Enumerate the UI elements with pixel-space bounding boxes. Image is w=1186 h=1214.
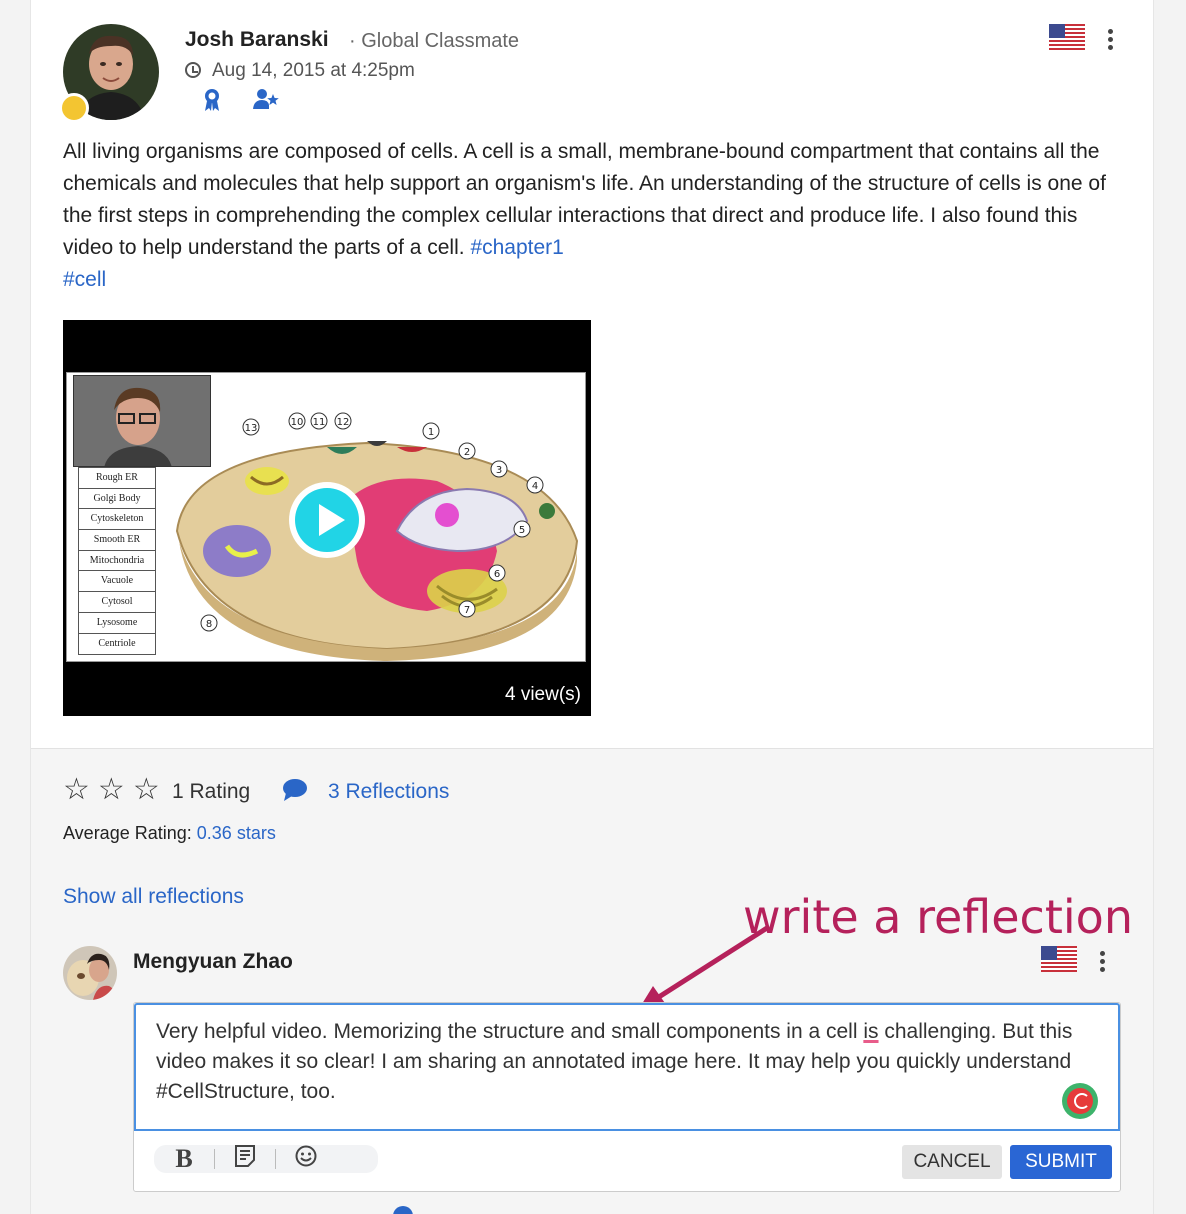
diagram-number: 2 bbox=[464, 447, 470, 458]
post-text: All living organisms are composed of cel… bbox=[63, 140, 1106, 259]
post-author-name[interactable]: Josh Baranski bbox=[185, 28, 329, 52]
star-icon[interactable]: ☆ bbox=[133, 775, 160, 805]
legend-item: Golgi Body bbox=[79, 489, 155, 510]
diagram-number: 13 bbox=[245, 423, 258, 434]
diagram-number: 6 bbox=[494, 569, 500, 580]
grammar-flagged-word[interactable]: is bbox=[863, 1020, 878, 1043]
rating-count: 1 Rating bbox=[172, 780, 251, 803]
video-view-count: 4 view(s) bbox=[504, 684, 581, 705]
reply-author-avatar[interactable] bbox=[63, 946, 117, 1000]
bold-icon[interactable]: B bbox=[154, 1144, 214, 1174]
reply-author-name[interactable]: Mengyuan Zhao bbox=[133, 950, 293, 974]
us-flag-icon bbox=[1041, 946, 1077, 972]
average-rating: Average Rating: 0.36 stars bbox=[63, 823, 276, 844]
post-author-role: · Global Classmate bbox=[349, 30, 520, 52]
legend-item: Vacuole bbox=[79, 571, 155, 593]
diagram-number: 5 bbox=[519, 525, 525, 536]
organelle-legend: Rough ER Golgi Body Cytoskeleton Smooth ER M… bbox=[78, 467, 156, 656]
post-menu-kebab-icon[interactable] bbox=[1105, 27, 1115, 51]
user-star-icon[interactable] bbox=[253, 88, 279, 110]
reflection-textarea[interactable]: Very helpful video. Memorizing the struc… bbox=[134, 1003, 1120, 1131]
reflection-editor: Very helpful video. Memorizing the struc… bbox=[133, 1002, 1121, 1192]
cancel-button[interactable]: CANCEL bbox=[902, 1145, 1002, 1179]
legend-item: Rough ER bbox=[79, 468, 155, 489]
video-player[interactable]: Rough ER Golgi Body Cytoskeleton Smooth ER M… bbox=[63, 320, 591, 716]
reflections-count-link[interactable]: 3 Reflections bbox=[328, 780, 449, 804]
online-status-dot bbox=[59, 93, 89, 123]
diagram-number: 7 bbox=[464, 605, 470, 616]
clock-icon bbox=[185, 62, 201, 78]
diagram-number: 1 bbox=[428, 427, 434, 438]
reply-menu-kebab-icon[interactable] bbox=[1097, 949, 1107, 973]
legend-item: Lysosome bbox=[79, 613, 155, 634]
star-rating[interactable]: ☆ ☆ ☆ bbox=[63, 775, 160, 805]
diagram-number: 12 bbox=[337, 417, 350, 428]
legend-item: Centriole bbox=[98, 637, 136, 649]
diagram-number: 3 bbox=[496, 465, 502, 476]
formatting-toolbar: B bbox=[154, 1144, 378, 1174]
chat-bubble-icon bbox=[283, 779, 307, 801]
ribbon-badge-icon[interactable] bbox=[203, 88, 221, 112]
average-rating-label: Average Rating: bbox=[63, 823, 192, 843]
play-icon[interactable] bbox=[289, 482, 365, 558]
star-icon[interactable]: ☆ bbox=[98, 775, 125, 805]
star-icon[interactable]: ☆ bbox=[63, 775, 90, 805]
diagram-number: 8 bbox=[206, 619, 212, 630]
legend-item: Mitochondria bbox=[79, 551, 155, 572]
legend-item: Cytoskeleton bbox=[79, 509, 155, 531]
show-all-reflections-link[interactable]: Show all reflections bbox=[63, 885, 244, 909]
legend-item: Smooth ER bbox=[79, 530, 155, 551]
post-date: Aug 14, 2015 at 4:25pm bbox=[212, 60, 415, 81]
hashtag-chapter1[interactable]: #chapter1 bbox=[470, 236, 563, 259]
post-body: All living organisms are composed of cel… bbox=[63, 136, 1133, 296]
submit-button[interactable]: SUBMIT bbox=[1010, 1145, 1112, 1179]
note-icon[interactable] bbox=[215, 1144, 275, 1174]
legend-item: Cytosol bbox=[79, 592, 155, 613]
hashtag-cell[interactable]: #cell bbox=[63, 268, 106, 291]
emoji-icon[interactable] bbox=[276, 1145, 336, 1173]
reflection-text-part: Very helpful video. Memorizing the struc… bbox=[156, 1020, 864, 1043]
cell-diagram: 1 2 3 4 5 6 7 8 10 11 12 13 bbox=[175, 412, 579, 661]
us-flag-icon bbox=[1049, 24, 1085, 50]
annotation-label: write a reflection bbox=[743, 890, 1133, 944]
post-card: Josh Baranski · Global Classmate Aug 14,… bbox=[30, 0, 1154, 1214]
diagram-number: 4 bbox=[532, 481, 538, 492]
diagram-number: 10 bbox=[291, 417, 304, 428]
grammar-check-icon[interactable] bbox=[1062, 1083, 1098, 1119]
average-rating-value[interactable]: 0.36 stars bbox=[197, 823, 276, 843]
diagram-number: 11 bbox=[313, 417, 326, 428]
